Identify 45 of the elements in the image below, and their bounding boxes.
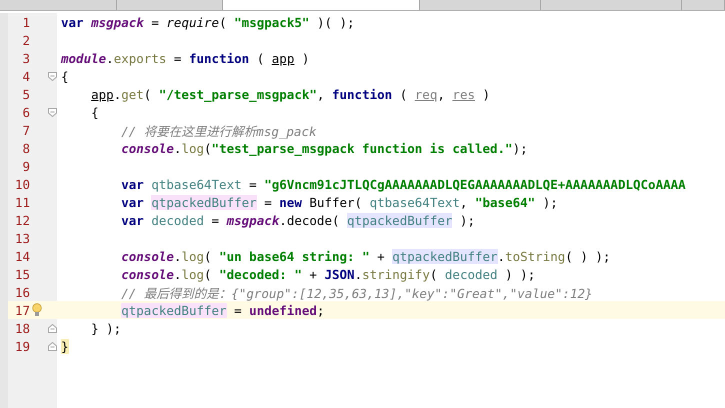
- code-line: {: [90, 104, 99, 120]
- code-line: module.exports = function ( app ): [61, 50, 310, 66]
- fold-end-icon[interactable]: [48, 324, 57, 332]
- line-number: 3: [21, 50, 30, 66]
- line-number: 7: [21, 122, 30, 138]
- code-line: // 将要在这里进行解析msg_pack: [120, 122, 317, 140]
- editor-tab[interactable]: [420, 0, 541, 10]
- line-number: 19: [14, 338, 30, 354]
- line-number: 4: [21, 68, 30, 84]
- line-number: 11: [14, 194, 30, 210]
- code-line: var qtbase64Text = "g6Vncm91cJTLQCgAAAAAAADLQEGAAAAAAADLQE+AAAAAAADLQCoAAAA: [120, 176, 686, 192]
- fold-end-icon[interactable]: [48, 342, 57, 350]
- editor-tab[interactable]: [117, 0, 223, 10]
- line-number: 16: [14, 284, 30, 300]
- line-number: 10: [14, 176, 30, 192]
- code-line: var decoded = msgpack.decode( qtpackedBuffer );: [120, 212, 475, 228]
- editor-tab[interactable]: [682, 0, 725, 10]
- line-number: 15: [14, 266, 30, 282]
- code-line: console.log( "decoded: " + JSON.stringify( decoded ) );: [120, 266, 536, 282]
- code-line: // 最后得到的是：{"group":[12,35,63,13],"key":"Great","value":12}: [120, 284, 593, 302]
- line-number: 9: [21, 158, 30, 174]
- code-line: app.get( "/test_parse_msgpack", function ( req, res ): [90, 86, 490, 102]
- code-line: var msgpack = require( "msgpack5" )( );: [61, 14, 355, 30]
- line-number: 14: [14, 248, 30, 264]
- code-line: console.log( "un base64 string: " + qtpackedBuffer.toString( ) );: [120, 248, 610, 264]
- fold-marker-icon[interactable]: [48, 72, 57, 80]
- line-number: 5: [21, 86, 30, 102]
- line-number: 18: [14, 320, 30, 336]
- code-line: } );: [90, 320, 122, 336]
- fold-marker-icon[interactable]: [48, 108, 57, 116]
- lightbulb-icon[interactable]: [32, 303, 42, 317]
- code-line: var qtpackedBuffer = new Buffer( qtbase64Text, "base64" );: [120, 194, 558, 210]
- line-number: 8: [21, 140, 30, 156]
- editor-tab[interactable]: [223, 0, 420, 10]
- line-number: 1: [21, 14, 30, 30]
- code-line: {: [61, 68, 69, 84]
- line-number: 17: [14, 302, 30, 318]
- code-line: console.log("test_parse_msgpack function is called.");: [120, 140, 528, 156]
- editor-tab[interactable]: [541, 0, 682, 10]
- line-number: 13: [14, 230, 30, 246]
- editor-tab[interactable]: [0, 0, 117, 10]
- code-line: qtpackedBuffer = undefined;: [120, 302, 324, 318]
- line-number: 2: [21, 32, 30, 48]
- line-number: 12: [14, 212, 30, 228]
- line-number: 6: [21, 104, 30, 120]
